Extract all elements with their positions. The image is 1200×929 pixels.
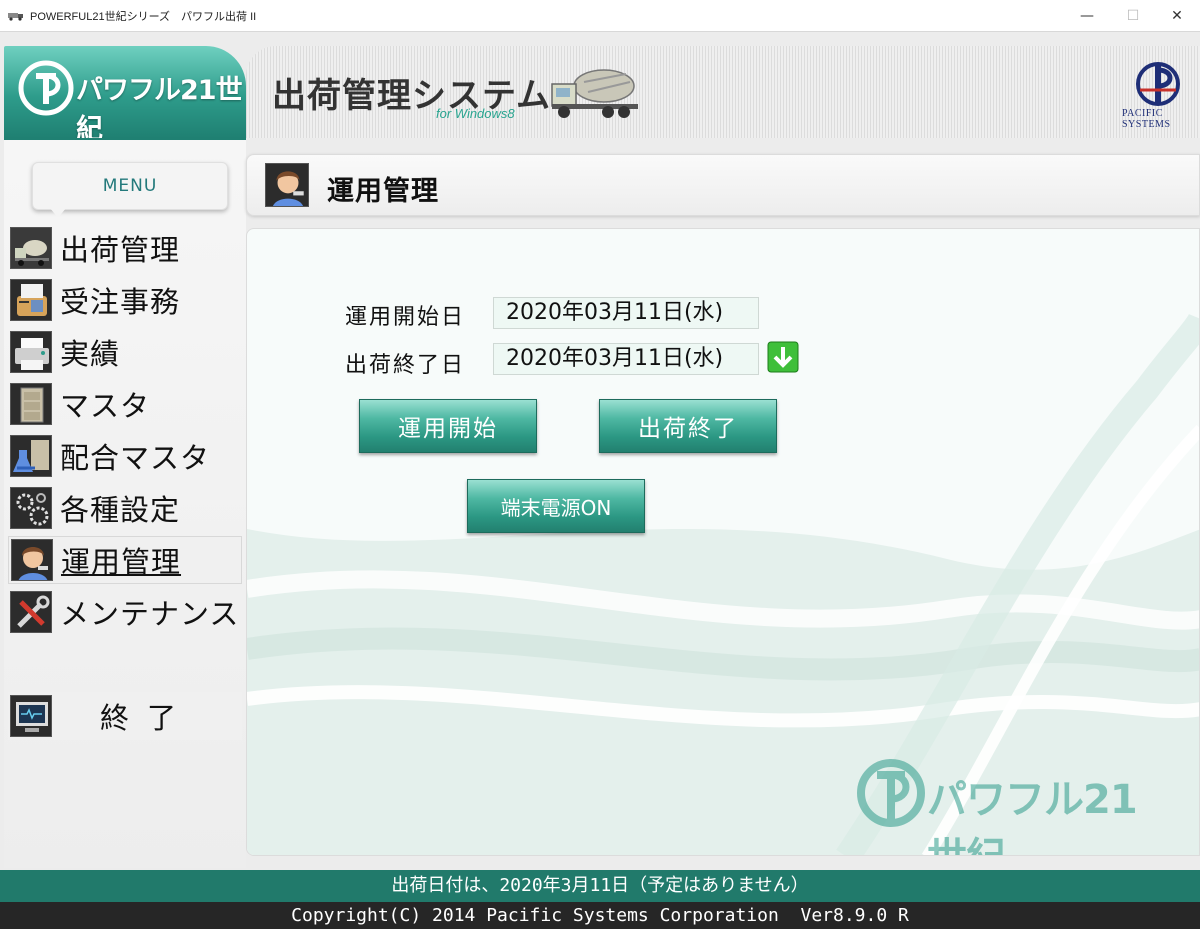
sidebar: MENU 出荷管理 受注事務 実績 マスタ 配合マスタ 各種設定 運用管理 メン… bbox=[4, 140, 246, 868]
sidebar-item-master[interactable]: マスタ bbox=[8, 380, 242, 428]
sidebar-item-settings[interactable]: 各種設定 bbox=[8, 484, 242, 532]
sidebar-item-shipping[interactable]: 出荷管理 bbox=[8, 224, 242, 272]
sidebar-item-orders[interactable]: 受注事務 bbox=[8, 276, 242, 324]
system-subtitle: for Windows8 bbox=[436, 106, 515, 121]
menu-header: MENU bbox=[32, 162, 228, 210]
cabinet-icon bbox=[10, 383, 52, 425]
sidebar-item-label: 運用管理 bbox=[61, 545, 182, 579]
page-header: 運用管理 bbox=[246, 154, 1200, 216]
operator-icon bbox=[265, 163, 309, 207]
page-title: 運用管理 bbox=[327, 176, 439, 207]
sidebar-item-label: メンテナンス bbox=[60, 597, 240, 631]
sidebar-item-label: 出荷管理 bbox=[60, 233, 181, 267]
sidebar-item-mix-master[interactable]: 配合マスタ bbox=[8, 432, 242, 480]
window-title: POWERFUL21世紀シリーズ パワフル出荷 II bbox=[30, 11, 257, 23]
sidebar-item-label: マスタ bbox=[60, 389, 151, 423]
mixer-truck-icon bbox=[10, 227, 52, 269]
operator-icon bbox=[11, 539, 53, 581]
phone-fax-icon bbox=[10, 279, 52, 321]
company-name: PACIFIC SYSTEMS bbox=[1122, 108, 1171, 130]
start-operation-button[interactable]: 運用開始 bbox=[359, 399, 537, 453]
start-date-label: 運用開始日 bbox=[345, 305, 466, 330]
end-date-field[interactable]: 2020年03月11日(水) bbox=[493, 343, 759, 375]
sidebar-item-results[interactable]: 実績 bbox=[8, 328, 242, 376]
status-bar: 出荷日付は、2020年3月11日（予定はありません） bbox=[0, 870, 1200, 902]
end-date-label: 出荷終了日 bbox=[345, 353, 466, 378]
sidebar-item-label: 実績 bbox=[60, 337, 121, 371]
sidebar-item-label: 受注事務 bbox=[60, 285, 181, 319]
sidebar-item-operations[interactable]: 運用管理 bbox=[8, 536, 242, 584]
date-picker-button-icon[interactable] bbox=[767, 341, 799, 373]
brand-watermark: パワフル21世紀 bbox=[855, 745, 1165, 855]
brand-logo-icon bbox=[857, 759, 925, 827]
app-truck-icon bbox=[8, 13, 23, 21]
start-date-field[interactable]: 2020年03月11日(水) bbox=[493, 297, 759, 329]
close-button[interactable]: ✕ bbox=[1154, 0, 1200, 32]
header-band: 出荷管理システム for Windows8 PACIFIC SYSTEMS bbox=[246, 46, 1200, 138]
maximize-button[interactable]: ☐ bbox=[1110, 0, 1156, 32]
sidebar-item-maintenance[interactable]: メンテナンス bbox=[8, 588, 242, 636]
main-panel: 運用開始日 2020年03月11日(水) 出荷終了日 2020年03月11日(水… bbox=[246, 228, 1200, 856]
window-titlebar: POWERFUL21世紀シリーズ パワフル出荷 II — ☐ ✕ bbox=[0, 0, 1200, 32]
menu-pointer bbox=[50, 208, 66, 218]
minimize-button[interactable]: — bbox=[1064, 0, 1110, 32]
brand-logo-text: パワフル21世紀 bbox=[76, 75, 243, 145]
sidebar-item-label: 各種設定 bbox=[60, 493, 181, 527]
printer-icon bbox=[10, 331, 52, 373]
terminal-power-on-button[interactable]: 端末電源ON bbox=[467, 479, 645, 533]
brand-logo-icon bbox=[18, 60, 74, 116]
exit-label: 終了 bbox=[100, 701, 195, 735]
gears-icon bbox=[10, 487, 52, 529]
sidebar-item-exit[interactable]: 終了 bbox=[8, 692, 242, 740]
copyright-bar: Copyright(C) 2014 Pacific Systems Corpor… bbox=[0, 902, 1200, 929]
flask-icon bbox=[10, 435, 52, 477]
brand-logo-block: パワフル21世紀 bbox=[4, 46, 246, 145]
tools-icon bbox=[10, 591, 52, 633]
monitor-icon bbox=[10, 695, 52, 737]
mixer-truck-icon bbox=[551, 69, 638, 118]
sidebar-item-label: 配合マスタ bbox=[60, 441, 211, 475]
end-shipping-button[interactable]: 出荷終了 bbox=[599, 399, 777, 453]
watermark-text: パワフル21世紀 bbox=[927, 777, 1138, 855]
